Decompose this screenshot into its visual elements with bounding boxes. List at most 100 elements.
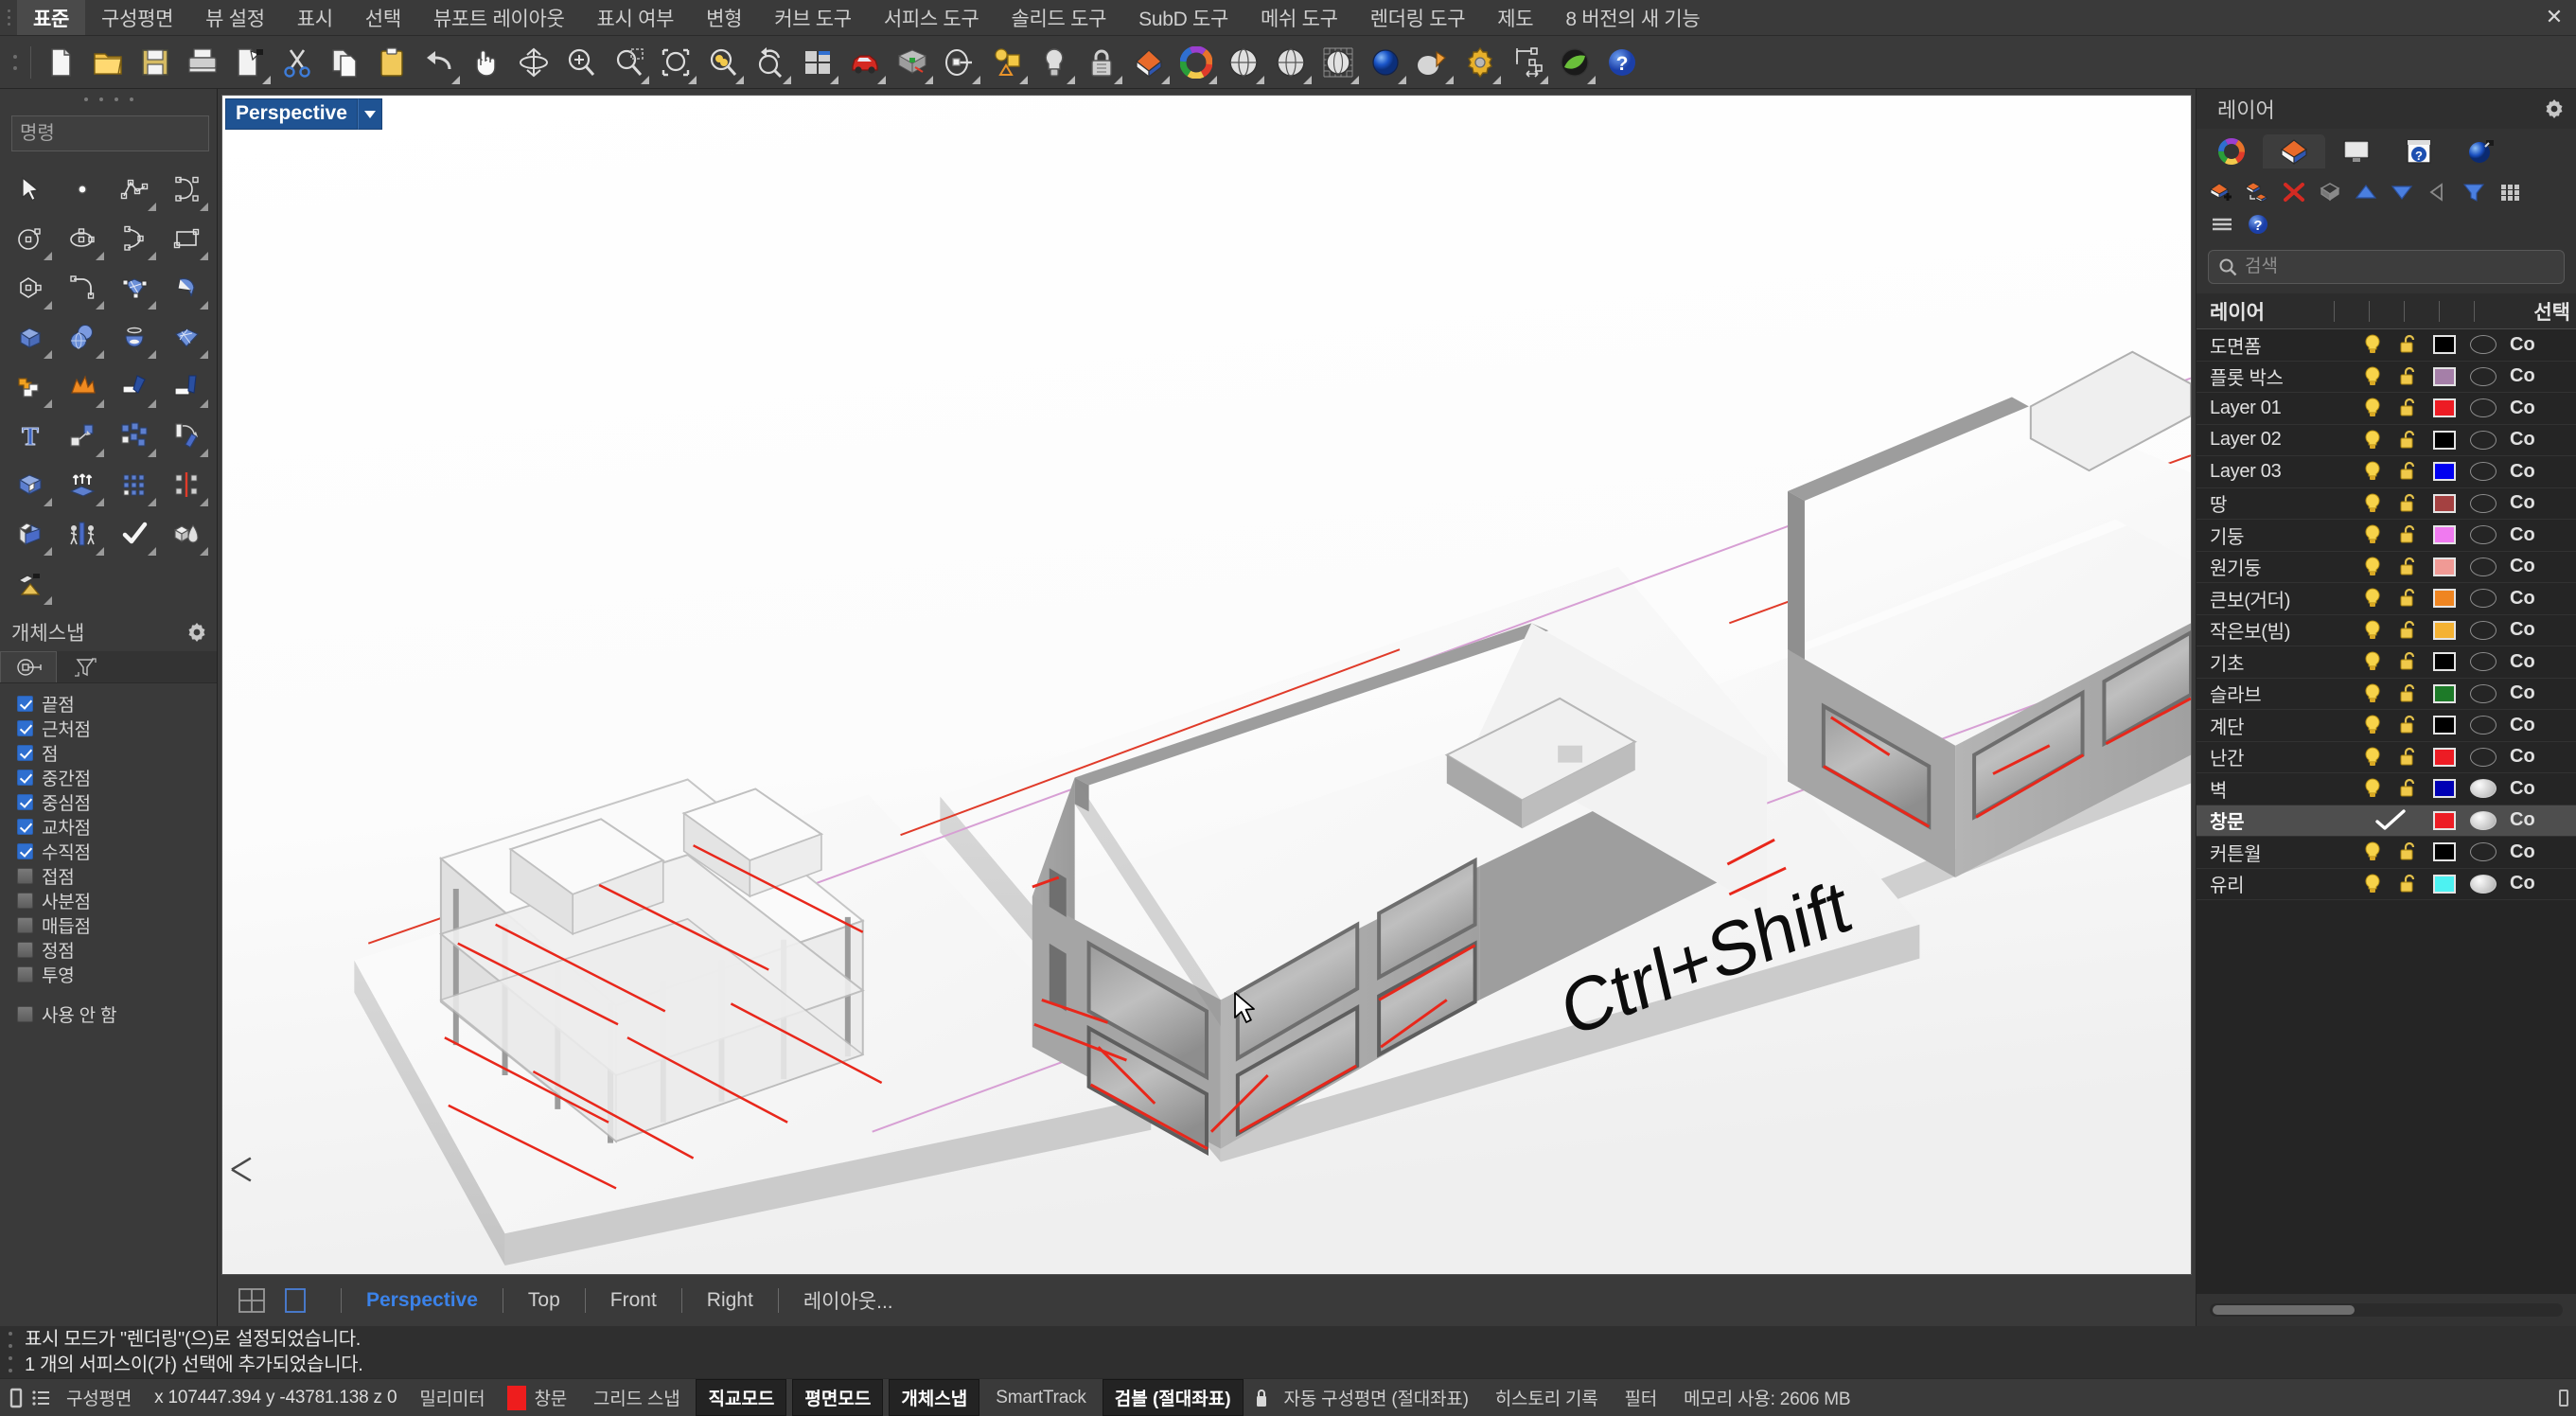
curve-icon[interactable] — [160, 165, 212, 214]
circle-icon[interactable] — [4, 214, 56, 263]
layer-visibility-toggle[interactable] — [2355, 777, 2391, 800]
checkbox[interactable] — [17, 744, 33, 761]
layer-material-swatch[interactable] — [2462, 620, 2504, 640]
layer-lock-toggle[interactable] — [2391, 841, 2426, 863]
checkbox[interactable] — [17, 695, 33, 712]
layer-material-swatch[interactable] — [2462, 652, 2504, 672]
menu-tab-solid-tools[interactable]: 솔리드 도구 — [995, 0, 1122, 35]
layer-lock-toggle[interactable] — [2391, 714, 2426, 736]
layer-row-7[interactable]: 원기둥 Co — [2197, 552, 2576, 583]
layer-visibility-toggle[interactable] — [2355, 365, 2391, 388]
perspective-viewport[interactable]: Perspective Ctrl+Shift — [221, 95, 2192, 1275]
layer-material-swatch[interactable] — [2462, 398, 2504, 418]
polyline-icon[interactable] — [108, 165, 160, 214]
snap-option-disable[interactable]: 사용 안 함 — [17, 1001, 217, 1026]
layer-row-1[interactable]: 플롯 박스 Co — [2197, 362, 2576, 393]
list-icon[interactable] — [28, 1384, 53, 1412]
layer-horizontal-scrollbar[interactable] — [2197, 1294, 2576, 1326]
paste-clipboard-icon[interactable] — [368, 38, 415, 87]
layer-row-17[interactable]: 유리 Co — [2197, 869, 2576, 900]
padlock-icon[interactable] — [1252, 1386, 1271, 1410]
surface-grid-icon[interactable] — [160, 312, 212, 362]
menu-tab-standard[interactable]: 표준 — [17, 0, 86, 35]
menu-tab-surface-tools[interactable]: 서피스 도구 — [868, 0, 996, 35]
layer-material-swatch[interactable] — [2462, 335, 2504, 355]
cplane-icon[interactable] — [936, 38, 983, 87]
spotlight-icon[interactable] — [1409, 38, 1456, 87]
layer-material-swatch[interactable] — [2462, 747, 2504, 767]
status-auto-cplane[interactable]: 자동 구성평면 (절대좌표) — [1271, 1385, 1482, 1410]
snap-option-intersection[interactable]: 교차점 — [17, 814, 217, 839]
status-units[interactable]: 밀리미터 — [406, 1385, 498, 1410]
layer-visibility-toggle[interactable] — [2355, 714, 2391, 736]
layer-visibility-toggle[interactable] — [2355, 523, 2391, 546]
layer-print-color[interactable]: Co — [2504, 746, 2535, 768]
viewport-title-button[interactable]: Perspective — [225, 98, 382, 130]
layer-print-color[interactable]: Co — [2504, 461, 2535, 483]
layer-color-swatch[interactable] — [2426, 462, 2462, 482]
paint-bucket-icon[interactable] — [4, 558, 56, 608]
polygon-icon[interactable] — [4, 263, 56, 312]
layer-print-color[interactable]: Co — [2504, 778, 2535, 800]
status-cplane-label[interactable]: 구성평면 — [53, 1385, 145, 1410]
menu-tab-render-tools[interactable]: 렌더링 도구 — [1354, 0, 1482, 35]
status-gumball-button[interactable]: 검볼 (절대좌표) — [1102, 1379, 1244, 1416]
mirror-icon[interactable] — [160, 460, 212, 509]
layer-color-swatch[interactable] — [2426, 620, 2462, 640]
status-history-record[interactable]: 히스토리 기록 — [1482, 1385, 1612, 1410]
layer-material-swatch[interactable] — [2462, 462, 2504, 482]
viewport-tab-right[interactable]: Right — [701, 1289, 759, 1312]
print-icon[interactable] — [179, 38, 226, 87]
undo-arrow-icon[interactable] — [415, 38, 463, 87]
snap-option-center[interactable]: 중심점 — [17, 789, 217, 814]
layer-print-color[interactable]: Co — [2504, 556, 2535, 577]
layer-row-16[interactable]: 커튼월 Co — [2197, 837, 2576, 869]
menu-tab-transform[interactable]: 변형 — [690, 0, 758, 35]
layer-color-swatch[interactable] — [2426, 493, 2462, 513]
render-green-icon[interactable] — [1551, 38, 1598, 87]
command-panel-grip[interactable] — [0, 89, 217, 110]
layer-lock-toggle[interactable] — [2391, 556, 2426, 578]
layer-print-color[interactable]: Co — [2504, 841, 2535, 863]
layer-row-8[interactable]: 큰보(거더) Co — [2197, 583, 2576, 615]
snap-option-vertex[interactable]: 정점 — [17, 937, 217, 962]
layer-color-swatch[interactable] — [2426, 810, 2462, 830]
layer-color-swatch[interactable] — [2426, 398, 2462, 418]
layer-lock-toggle[interactable] — [2391, 682, 2426, 705]
layer-material-swatch[interactable] — [2462, 366, 2504, 386]
layer-color-swatch[interactable] — [2426, 430, 2462, 450]
layer-material-swatch[interactable] — [2462, 430, 2504, 450]
checkbox[interactable] — [17, 867, 33, 884]
render-sphere-tab-icon[interactable] — [2450, 134, 2513, 168]
layer-print-color[interactable]: Co — [2504, 365, 2535, 387]
layer-row-14[interactable]: 벽 Co — [2197, 773, 2576, 805]
viewport-tab-layout[interactable]: 레이아웃... — [798, 1286, 899, 1315]
menu-tab-mesh-tools[interactable]: 메쉬 도구 — [1244, 0, 1354, 35]
push-pull-icon[interactable] — [56, 509, 108, 558]
status-osnap-button[interactable]: 개체스냅 — [889, 1379, 980, 1416]
render-blue-sphere-icon[interactable] — [1362, 38, 1409, 87]
menu-tab-subd-tools[interactable]: SubD 도구 — [1122, 0, 1244, 35]
copy-icon[interactable] — [321, 38, 368, 87]
explode-icon[interactable] — [56, 362, 108, 411]
cplane-toggle-icon[interactable] — [4, 1384, 28, 1412]
layer-print-color[interactable]: Co — [2504, 619, 2535, 641]
viewport-tab-perspective[interactable]: Perspective — [361, 1289, 484, 1312]
layer-visibility-toggle[interactable] — [2355, 682, 2391, 705]
single-view-layout-icon[interactable] — [278, 1285, 312, 1316]
menu-tab-select[interactable]: 선택 — [349, 0, 417, 35]
box-icon[interactable] — [4, 312, 56, 362]
layer-material-swatch[interactable] — [2462, 557, 2504, 576]
layer-material-swatch[interactable] — [2462, 779, 2504, 799]
menu-tab-drafting[interactable]: 제도 — [1481, 0, 1549, 35]
point-icon[interactable] — [56, 165, 108, 214]
snap-option-endpoint[interactable]: 끝점 — [17, 691, 217, 716]
layer-color-swatch[interactable] — [2426, 747, 2462, 767]
zoom-window-icon[interactable] — [605, 38, 652, 87]
layer-row-0[interactable]: 도면폼 Co — [2197, 329, 2576, 362]
layer-material-swatch[interactable] — [2462, 716, 2504, 735]
layer-lock-toggle[interactable] — [2391, 777, 2426, 800]
layer-material-swatch[interactable] — [2462, 589, 2504, 609]
pan-hand-icon[interactable] — [463, 38, 510, 87]
gear-icon[interactable] — [2544, 98, 2565, 119]
